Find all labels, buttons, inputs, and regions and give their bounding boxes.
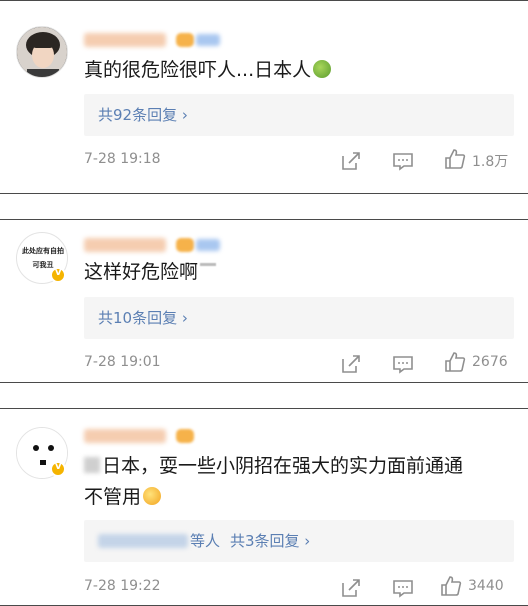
- like-count: 1.8万: [472, 154, 509, 170]
- comment-text: 日本，耍一些小阴招在强大的实力面前通通: [84, 450, 463, 482]
- comment-text: 真的很危险很吓人...日本人: [84, 54, 332, 86]
- avatar-photo: [17, 27, 67, 77]
- timestamp: 7-28 19:01: [84, 354, 161, 370]
- verified-badge-icon: [50, 267, 66, 283]
- view-replies-link[interactable]: 共3条回复 ›: [230, 520, 310, 562]
- user-tag: [196, 239, 220, 251]
- timestamp: 7-28 19:18: [84, 151, 161, 167]
- share-icon[interactable]: [340, 353, 362, 375]
- blurred-replier-names: [98, 534, 188, 548]
- username-blurred[interactable]: [84, 238, 166, 252]
- avatar-caption: 此处应有自拍: [22, 247, 64, 255]
- comment-icon[interactable]: [392, 353, 414, 375]
- crown-badge-icon: [176, 33, 194, 47]
- thumbs-up-icon[interactable]: [444, 351, 466, 373]
- verified-badge-icon: [50, 461, 66, 477]
- view-replies-link[interactable]: 共92条回复 ›: [98, 94, 188, 136]
- thumbs-up-icon[interactable]: [440, 575, 462, 597]
- share-icon[interactable]: [340, 150, 362, 172]
- like-count: 2676: [472, 354, 508, 370]
- username-blurred[interactable]: [84, 429, 166, 443]
- avatar[interactable]: [16, 26, 68, 78]
- share-icon[interactable]: [340, 577, 362, 599]
- reply-prefix: 等人: [190, 532, 221, 550]
- tongue-face-emoji-icon: [143, 487, 162, 505]
- crown-badge-icon: [176, 238, 194, 252]
- comment-icon[interactable]: [392, 577, 414, 599]
- timestamp: 7-28 19:22: [84, 578, 161, 594]
- view-replies-link[interactable]: 共10条回复 ›: [98, 297, 188, 339]
- reply-box[interactable]: 等人 共3条回复 ›: [84, 520, 514, 562]
- reply-box[interactable]: 共10条回复 ›: [84, 297, 514, 339]
- comment-icon[interactable]: [392, 150, 414, 172]
- blurred-prefix: [84, 457, 100, 473]
- comment-text: 这样好危险啊: [84, 256, 217, 288]
- comment-text-line2: 不管用: [84, 481, 162, 513]
- thumbs-up-icon[interactable]: [444, 148, 466, 170]
- green-face-emoji-icon: [313, 60, 332, 78]
- username-blurred[interactable]: [84, 33, 166, 47]
- crown-badge-icon: [176, 429, 194, 443]
- reply-box[interactable]: 共92条回复 ›: [84, 94, 514, 136]
- like-count: 3440: [468, 578, 504, 594]
- user-tag: [196, 34, 220, 46]
- emoji-blurred-icon: [200, 263, 217, 266]
